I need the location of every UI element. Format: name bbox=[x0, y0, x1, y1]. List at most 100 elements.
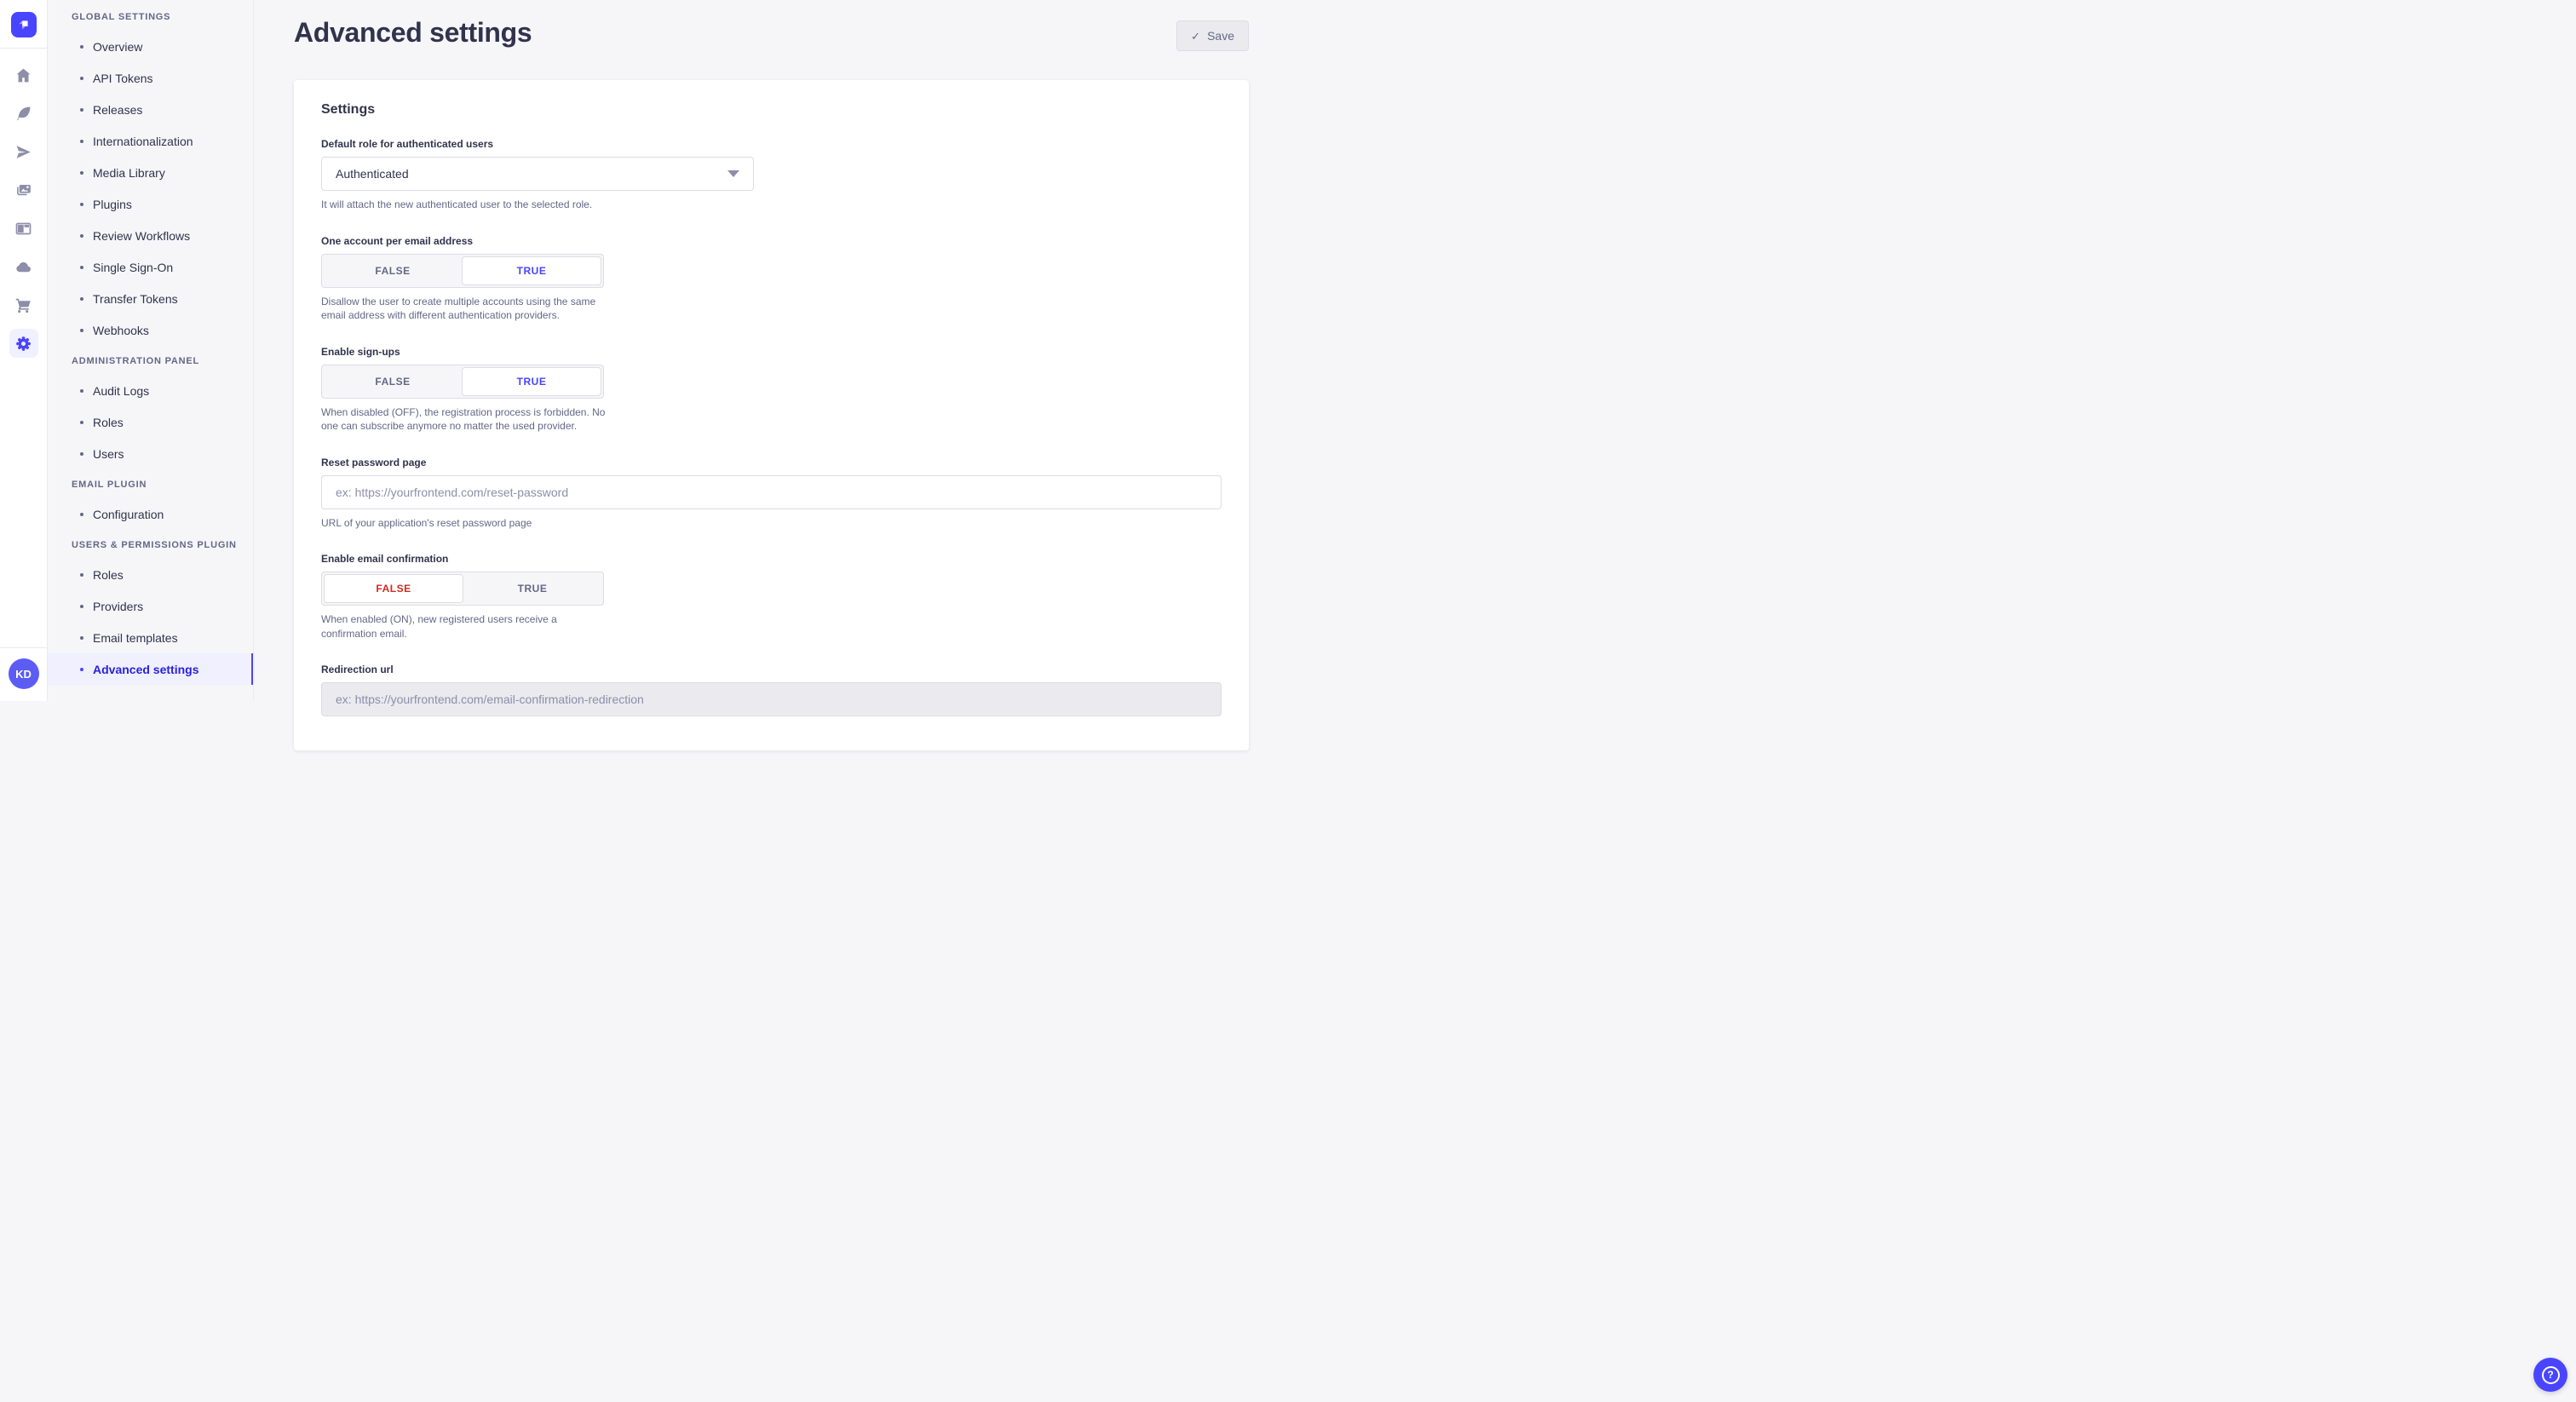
rail-bottom: KD bbox=[0, 647, 47, 701]
reset-password-label: Reset password page bbox=[321, 457, 1222, 468]
layout-icon[interactable] bbox=[9, 214, 38, 243]
sidebar-item-label: Providers bbox=[93, 600, 143, 613]
page-header: Advanced settings ✓ Save bbox=[254, 0, 1288, 51]
reset-password-input[interactable] bbox=[321, 475, 1222, 509]
sidebar-item-webhooks[interactable]: Webhooks bbox=[48, 314, 253, 346]
sign-ups-true-option[interactable]: TRUE bbox=[462, 367, 601, 396]
sidebar-item-releases[interactable]: Releases bbox=[48, 94, 253, 125]
sidebar-item-label: Email templates bbox=[93, 631, 178, 645]
page-title: Advanced settings bbox=[294, 17, 532, 49]
media-library-icon[interactable] bbox=[9, 175, 38, 204]
sidebar-item-overview[interactable]: Overview bbox=[48, 31, 253, 62]
sidebar-item-roles[interactable]: Roles bbox=[48, 406, 253, 438]
chevron-down-icon bbox=[727, 170, 739, 177]
sign-ups-toggle: FALSE TRUE bbox=[321, 365, 604, 399]
sidebar-item-configuration[interactable]: Configuration bbox=[48, 498, 253, 530]
one-account-toggle: FALSE TRUE bbox=[321, 254, 604, 288]
sidebar-item-audit-logs[interactable]: Audit Logs bbox=[48, 375, 253, 406]
nav-section-header-global-settings: GLOBAL SETTINGS bbox=[48, 2, 253, 31]
sidebar-item-label: Advanced settings bbox=[93, 663, 198, 676]
field-one-account: One account per email address FALSE TRUE… bbox=[321, 235, 1222, 323]
field-default-role: Default role for authenticated users Aut… bbox=[321, 138, 1222, 212]
sidebar-item-label: Webhooks bbox=[93, 324, 149, 337]
save-button[interactable]: ✓ Save bbox=[1176, 20, 1249, 51]
sidebar-item-label: Audit Logs bbox=[93, 384, 149, 398]
card-heading: Settings bbox=[321, 102, 1222, 118]
settings-gear-icon[interactable] bbox=[9, 329, 38, 358]
bullet-icon bbox=[80, 108, 83, 112]
sidebar-item-users[interactable]: Users bbox=[48, 438, 253, 469]
send-icon[interactable] bbox=[9, 137, 38, 166]
bullet-icon bbox=[80, 605, 83, 608]
redirection-url-label: Redirection url bbox=[321, 664, 1222, 675]
email-confirmation-false-option[interactable]: FALSE bbox=[324, 574, 463, 603]
nav-section-header-email-plugin: EMAIL PLUGIN bbox=[48, 469, 253, 498]
sidebar-item-plugins[interactable]: Plugins bbox=[48, 188, 253, 220]
default-role-select[interactable]: Authenticated bbox=[321, 157, 754, 191]
sidebar-item-media-library[interactable]: Media Library bbox=[48, 157, 253, 188]
cloud-icon[interactable] bbox=[9, 252, 38, 281]
sidebar-item-label: Configuration bbox=[93, 508, 164, 521]
sign-ups-label: Enable sign-ups bbox=[321, 346, 1222, 358]
avatar[interactable]: KD bbox=[9, 658, 39, 689]
sidebar-item-providers[interactable]: Providers bbox=[48, 590, 253, 622]
field-reset-password: Reset password page URL of your applicat… bbox=[321, 457, 1222, 531]
feather-icon[interactable] bbox=[9, 99, 38, 128]
help-button[interactable]: ? bbox=[2533, 1358, 2567, 1392]
sidebar-item-label: Releases bbox=[93, 103, 142, 117]
sidebar-item-email-templates[interactable]: Email templates bbox=[48, 622, 253, 653]
email-confirmation-toggle: FALSE TRUE bbox=[321, 572, 604, 606]
one-account-true-option[interactable]: TRUE bbox=[462, 256, 601, 285]
rail-divider bbox=[0, 647, 48, 648]
one-account-label: One account per email address bbox=[321, 235, 1222, 247]
sidebar-item-internationalization[interactable]: Internationalization bbox=[48, 125, 253, 157]
cart-icon[interactable] bbox=[9, 290, 38, 319]
bullet-icon bbox=[80, 421, 83, 424]
sign-ups-hint: When disabled (OFF), the registration pr… bbox=[321, 405, 609, 434]
bullet-icon bbox=[80, 452, 83, 456]
redirection-url-input[interactable] bbox=[321, 682, 1222, 716]
sidebar-item-advanced-settings[interactable]: Advanced settings bbox=[48, 653, 253, 685]
sidebar-item-label: Internationalization bbox=[93, 135, 193, 148]
one-account-false-option[interactable]: FALSE bbox=[324, 256, 462, 285]
settings-card: Settings Default role for authenticated … bbox=[294, 80, 1249, 750]
email-confirmation-label: Enable email confirmation bbox=[321, 553, 1222, 565]
sidebar-item-single-sign-on[interactable]: Single Sign-On bbox=[48, 251, 253, 283]
sidebar-item-label: API Tokens bbox=[93, 72, 153, 85]
sidebar-item-label: Review Workflows bbox=[93, 229, 190, 243]
sidebar-item-review-workflows[interactable]: Review Workflows bbox=[48, 220, 253, 251]
sidebar-item-api-tokens[interactable]: API Tokens bbox=[48, 62, 253, 94]
rail-nav bbox=[9, 49, 38, 358]
one-account-hint: Disallow the user to create multiple acc… bbox=[321, 295, 609, 323]
email-confirmation-hint: When enabled (ON), new registered users … bbox=[321, 612, 609, 641]
bullet-icon bbox=[80, 171, 83, 175]
question-icon: ? bbox=[2542, 1366, 2560, 1384]
sidebar-item-label: Transfer Tokens bbox=[93, 292, 178, 306]
strapi-logo[interactable] bbox=[11, 12, 37, 37]
bullet-icon bbox=[80, 45, 83, 49]
sidebar-item-label: Single Sign-On bbox=[93, 261, 173, 274]
sidebar-item-label: Plugins bbox=[93, 198, 132, 211]
settings-subnav: GLOBAL SETTINGSOverview API Tokens Release… bbox=[48, 0, 254, 701]
nav-section-header-administration-panel: ADMINISTRATION PANEL bbox=[48, 346, 253, 375]
sidebar-item-roles[interactable]: Roles bbox=[48, 559, 253, 590]
reset-password-hint: URL of your application's reset password… bbox=[321, 516, 1222, 531]
bullet-icon bbox=[80, 668, 83, 671]
bullet-icon bbox=[80, 77, 83, 80]
sidebar-item-label: Roles bbox=[93, 568, 124, 582]
icon-rail: KD bbox=[0, 0, 48, 701]
sidebar-item-transfer-tokens[interactable]: Transfer Tokens bbox=[48, 283, 253, 314]
default-role-label: Default role for authenticated users bbox=[321, 138, 1222, 150]
bullet-icon bbox=[80, 297, 83, 301]
bullet-icon bbox=[80, 234, 83, 238]
home-icon[interactable] bbox=[9, 60, 38, 89]
check-icon: ✓ bbox=[1191, 31, 1200, 42]
bullet-icon bbox=[80, 389, 83, 393]
bullet-icon bbox=[80, 203, 83, 206]
default-role-hint: It will attach the new authenticated use… bbox=[321, 198, 1222, 212]
bullet-icon bbox=[80, 513, 83, 516]
field-redirection-url: Redirection url bbox=[321, 664, 1222, 716]
field-sign-ups: Enable sign-ups FALSE TRUE When disabled… bbox=[321, 346, 1222, 434]
email-confirmation-true-option[interactable]: TRUE bbox=[463, 574, 601, 603]
sign-ups-false-option[interactable]: FALSE bbox=[324, 367, 462, 396]
